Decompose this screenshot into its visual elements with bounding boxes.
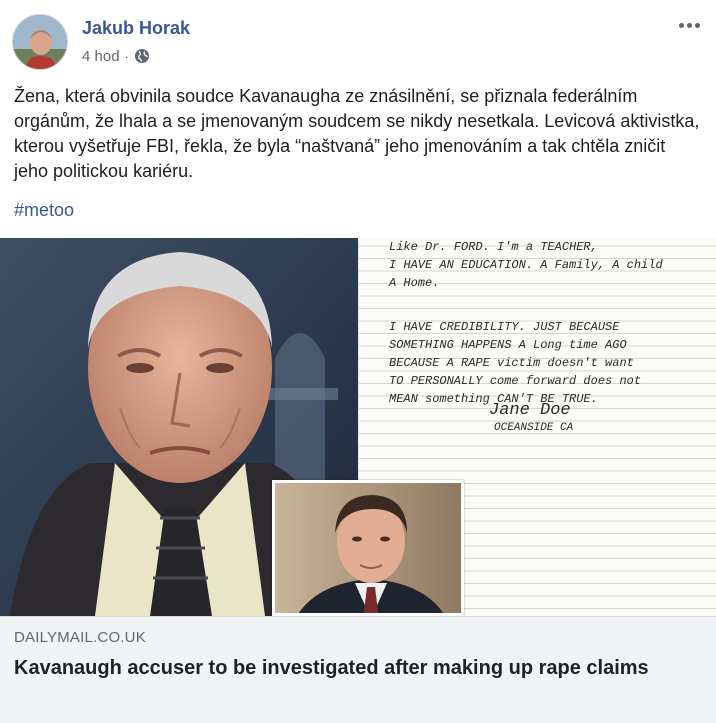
more-options-icon[interactable] <box>676 14 702 36</box>
link-preview-image[interactable]: Like Dr. FORD. I'm a TEACHER, I HAVE AN E… <box>0 238 716 616</box>
post-text: Žena, která obvinila soudce Kavanaugha z… <box>14 86 700 181</box>
hashtag-link[interactable]: #metoo <box>14 200 74 221</box>
letter-place: OCEANSIDE CA <box>494 422 574 434</box>
letter-line: I HAVE CREDIBILITY. JUST BECAUSE <box>389 320 620 334</box>
letter-line: I HAVE AN EDUCATION. A Family, A child <box>389 258 663 272</box>
letter-line: Like Dr. FORD. I'm a TEACHER, <box>389 240 598 254</box>
meta-separator: · <box>124 48 129 64</box>
post-meta: 4 hod · <box>82 47 150 65</box>
letter-line: SOMETHING HAPPENS A Long time AGO <box>389 338 627 352</box>
avatar[interactable] <box>12 14 68 70</box>
letter-line: TO PERSONALLY come forward does not <box>389 374 641 388</box>
globe-icon[interactable] <box>134 48 150 64</box>
judge-photo <box>272 480 464 616</box>
link-domain: DAILYMAIL.CO.UK <box>14 629 146 646</box>
author-name[interactable]: Jakub Horak <box>82 18 190 39</box>
letter-line: A Home. <box>388 276 439 290</box>
link-preview-footer[interactable]: DAILYMAIL.CO.UK Kavanaugh accuser to be … <box>0 616 716 723</box>
post-header: Jakub Horak 4 hod · <box>0 0 716 80</box>
letter-signature: Jane Doe <box>489 401 571 420</box>
link-title[interactable]: Kavanaugh accuser to be investigated aft… <box>14 655 694 682</box>
post-time[interactable]: 4 hod <box>82 48 120 65</box>
letter-line: BECAUSE A RAPE victim doesn't want <box>389 356 634 370</box>
